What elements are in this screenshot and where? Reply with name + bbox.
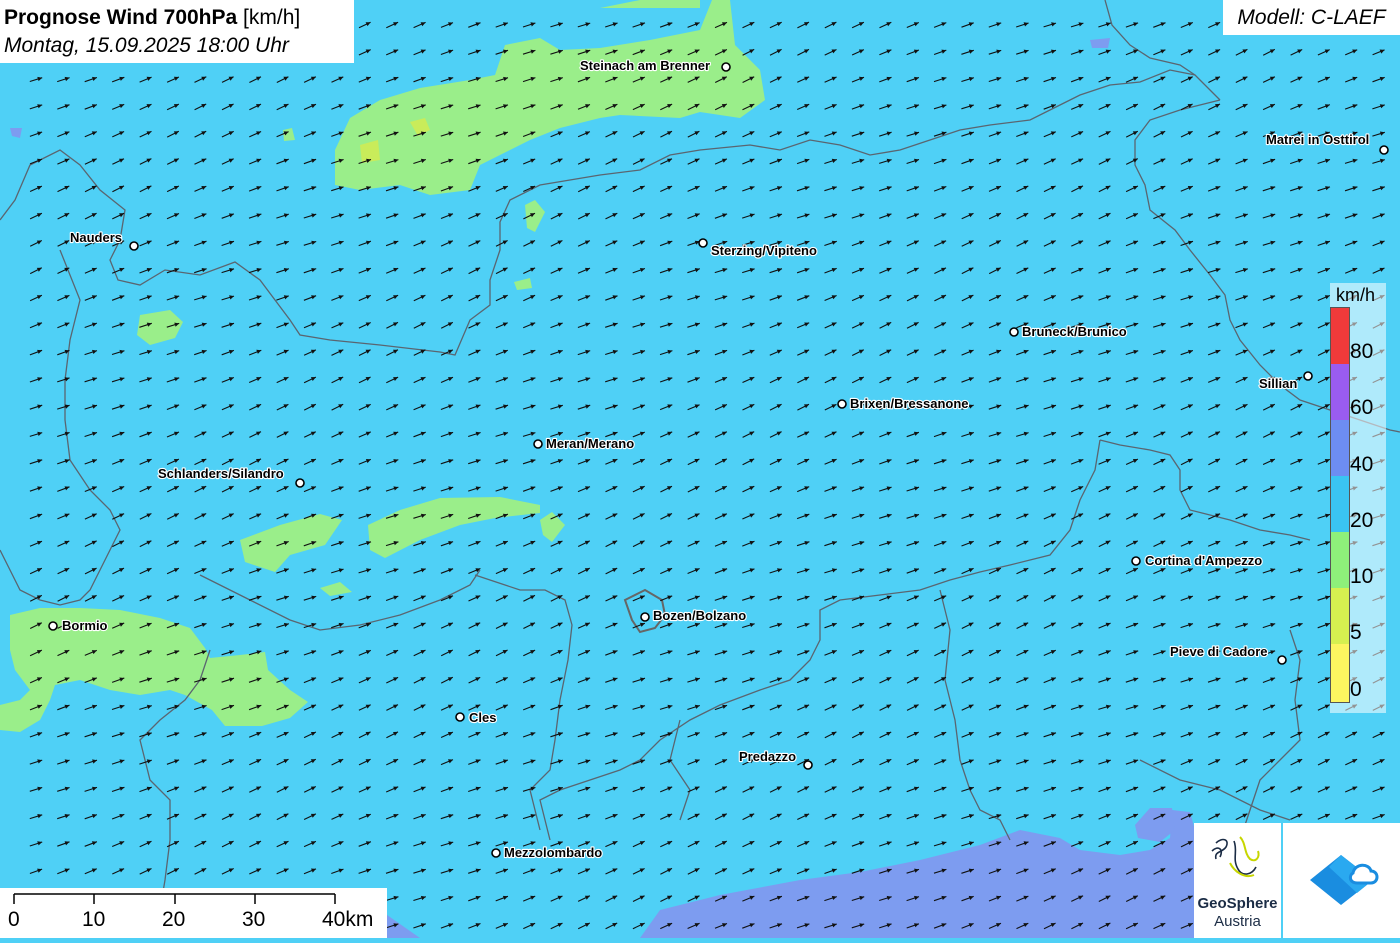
city-label: Cortina d'Ampezzo [1145, 553, 1262, 568]
city-dot[interactable] [1379, 145, 1389, 155]
city-dot[interactable] [295, 478, 305, 488]
city-label: Meran/Merano [546, 436, 634, 451]
city-label: Steinach am Brenner [580, 58, 710, 73]
city-label: Schlanders/Silandro [158, 466, 284, 481]
city-dot[interactable] [455, 712, 465, 722]
geosphere-logo-line1: GeoSphere [1197, 895, 1278, 912]
scale-label-30: 30 [242, 908, 266, 931]
city-dot[interactable] [698, 238, 708, 248]
map-title: Prognose Wind 700hPa [km/h] [4, 4, 348, 32]
city-dot[interactable] [1009, 327, 1019, 337]
scale-label-40km: 40km [322, 908, 374, 931]
city-dot[interactable] [491, 848, 501, 858]
city-label: Bormio [62, 618, 108, 633]
legend-tick-20: 20 [1350, 509, 1374, 532]
city-label: Bruneck/Brunico [1022, 324, 1127, 339]
city-dot[interactable] [1277, 655, 1287, 665]
title-box: Prognose Wind 700hPa [km/h] Montag, 15.0… [0, 0, 354, 63]
map-title-main: Prognose Wind 700hPa [4, 6, 238, 29]
geosphere-logo-line2: Austria [1214, 913, 1261, 930]
city-dot[interactable] [640, 612, 650, 622]
city-dot[interactable] [533, 439, 543, 449]
legend-tick-5: 5 [1350, 621, 1362, 644]
city-label: Nauders [70, 230, 122, 245]
scale-label-20: 20 [162, 908, 186, 931]
legend-cell-60 [1331, 364, 1349, 420]
app-logo-icon [1310, 855, 1379, 905]
wind-map[interactable]: Steinach am Brenner Matrei in Osttirol Nau… [0, 0, 1400, 938]
city-label: Mezzolombardo [504, 845, 602, 860]
city-dot[interactable] [1131, 556, 1141, 566]
geosphere-logo[interactable]: GeoSphere Austria [1194, 823, 1281, 938]
city-dot[interactable] [837, 399, 847, 409]
city-label: Sillian [1259, 376, 1297, 391]
city-label: Sterzing/Vipiteno [711, 243, 817, 258]
legend-cell-20 [1331, 476, 1349, 532]
geosphere-emblem-icon [1211, 836, 1260, 877]
color-legend: km/h 80 60 40 20 10 5 0 [1330, 283, 1386, 713]
city-dot[interactable] [129, 241, 139, 251]
legend-tick-0: 0 [1350, 678, 1362, 701]
map-title-unit: [km/h] [243, 6, 301, 29]
scale-label-0: 0 [8, 908, 20, 931]
legend-cell-10 [1331, 532, 1349, 588]
legend-cell-0 [1331, 644, 1349, 702]
legend-tick-80: 80 [1350, 340, 1374, 363]
city-label: Matrei in Osttirol [1266, 132, 1369, 147]
scale-bar: 0 10 20 30 40km [0, 888, 387, 938]
legend-tick-10: 10 [1350, 565, 1374, 588]
city-dot[interactable] [1303, 371, 1313, 381]
legend-cell-80 [1331, 308, 1349, 364]
legend-tick-40: 40 [1350, 453, 1374, 476]
city-label: Cles [469, 710, 496, 725]
city-label: Pieve di Cadore [1170, 644, 1268, 659]
legend-colorbar [1330, 307, 1350, 703]
city-dot[interactable] [721, 62, 731, 72]
weather-app-logo[interactable] [1283, 823, 1400, 938]
city-label: Brixen/Bressanone [850, 396, 969, 411]
city-label: Predazzo [739, 749, 796, 764]
legend-cell-5 [1331, 588, 1349, 644]
map-subtitle: Montag, 15.09.2025 18:00 Uhr [4, 34, 289, 57]
legend-tick-60: 60 [1350, 396, 1374, 419]
legend-unit: km/h [1336, 285, 1376, 305]
city-dot[interactable] [803, 760, 813, 770]
city-label: Bozen/Bolzano [653, 608, 746, 623]
model-label: Modell: C-LAEF [1223, 0, 1400, 35]
scale-label-10: 10 [82, 908, 106, 931]
legend-cell-40 [1331, 420, 1349, 476]
city-dot[interactable] [48, 621, 58, 631]
